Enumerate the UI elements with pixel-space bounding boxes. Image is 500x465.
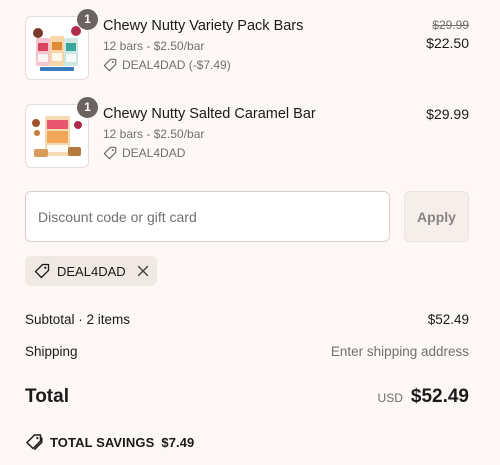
item-discount: DEAL4DAD (-$7.49) (103, 57, 409, 73)
item-discount-label: DEAL4DAD (122, 146, 186, 160)
discount-code-input[interactable] (25, 191, 390, 242)
total-row: Total USD $52.49 (25, 386, 469, 408)
item-variant: 12 bars - $2.50/bar (103, 39, 205, 53)
original-price: $29.99 (432, 18, 469, 32)
item-discount-label: DEAL4DAD (-$7.49) (122, 58, 231, 72)
tag-icon (103, 146, 117, 160)
product-image (30, 111, 84, 161)
subtotal-label: Subtotal · 2 items (25, 312, 131, 327)
total-price: USD $52.49 (378, 386, 469, 408)
close-icon[interactable] (137, 265, 149, 277)
line-item: 1 Chewy Nutty Salted Caramel Bar 12 bars… (25, 96, 469, 168)
item-info: Chewy Nutty Salted Caramel Bar 12 bars -… (103, 104, 409, 161)
applied-discount-code: DEAL4DAD (57, 263, 126, 279)
item-price: $29.99 (409, 104, 469, 124)
currency-code: USD (377, 391, 403, 405)
double-tag-icon (26, 434, 43, 450)
line-item: 1 Chewy Nutty Variety Pack Bars 12 bars … (25, 8, 469, 80)
subtotal-row: Subtotal · 2 items $52.49 (25, 311, 469, 329)
cart-line-items: 1 Chewy Nutty Variety Pack Bars 12 bars … (25, 8, 469, 168)
applied-discount-chip: DEAL4DAD (25, 256, 157, 286)
quantity-badge: 1 (76, 96, 99, 119)
shipping-row: Shipping Enter shipping address (25, 343, 469, 361)
total-savings: TOTAL SAVINGS $7.49 (25, 433, 194, 451)
item-price: $29.99 $22.50 (409, 16, 469, 53)
shipping-label: Shipping (25, 344, 78, 359)
discount-form: Apply (25, 191, 469, 242)
shipping-value: Enter shipping address (330, 344, 469, 359)
product-thumbnail: 1 (25, 96, 99, 168)
item-title: Chewy Nutty Salted Caramel Bar (103, 106, 316, 122)
total-amount: $52.49 (410, 386, 469, 407)
quantity-badge: 1 (76, 8, 99, 31)
item-info: Chewy Nutty Variety Pack Bars 12 bars - … (103, 16, 409, 73)
item-title: Chewy Nutty Variety Pack Bars (103, 18, 304, 34)
tag-icon (34, 263, 50, 279)
discounted-price: $22.50 (426, 35, 469, 51)
total-savings-label: TOTAL SAVINGS (50, 434, 155, 450)
price: $29.99 (426, 106, 469, 122)
total-savings-value: $7.49 (161, 434, 195, 450)
item-discount: DEAL4DAD (103, 145, 409, 161)
subtotal-value: $52.49 (427, 312, 469, 327)
item-variant: 12 bars - $2.50/bar (103, 127, 205, 141)
tag-icon (103, 58, 117, 72)
apply-button[interactable]: Apply (404, 191, 469, 242)
total-label: Total (25, 386, 69, 407)
product-thumbnail: 1 (25, 8, 99, 80)
product-image (30, 23, 84, 73)
